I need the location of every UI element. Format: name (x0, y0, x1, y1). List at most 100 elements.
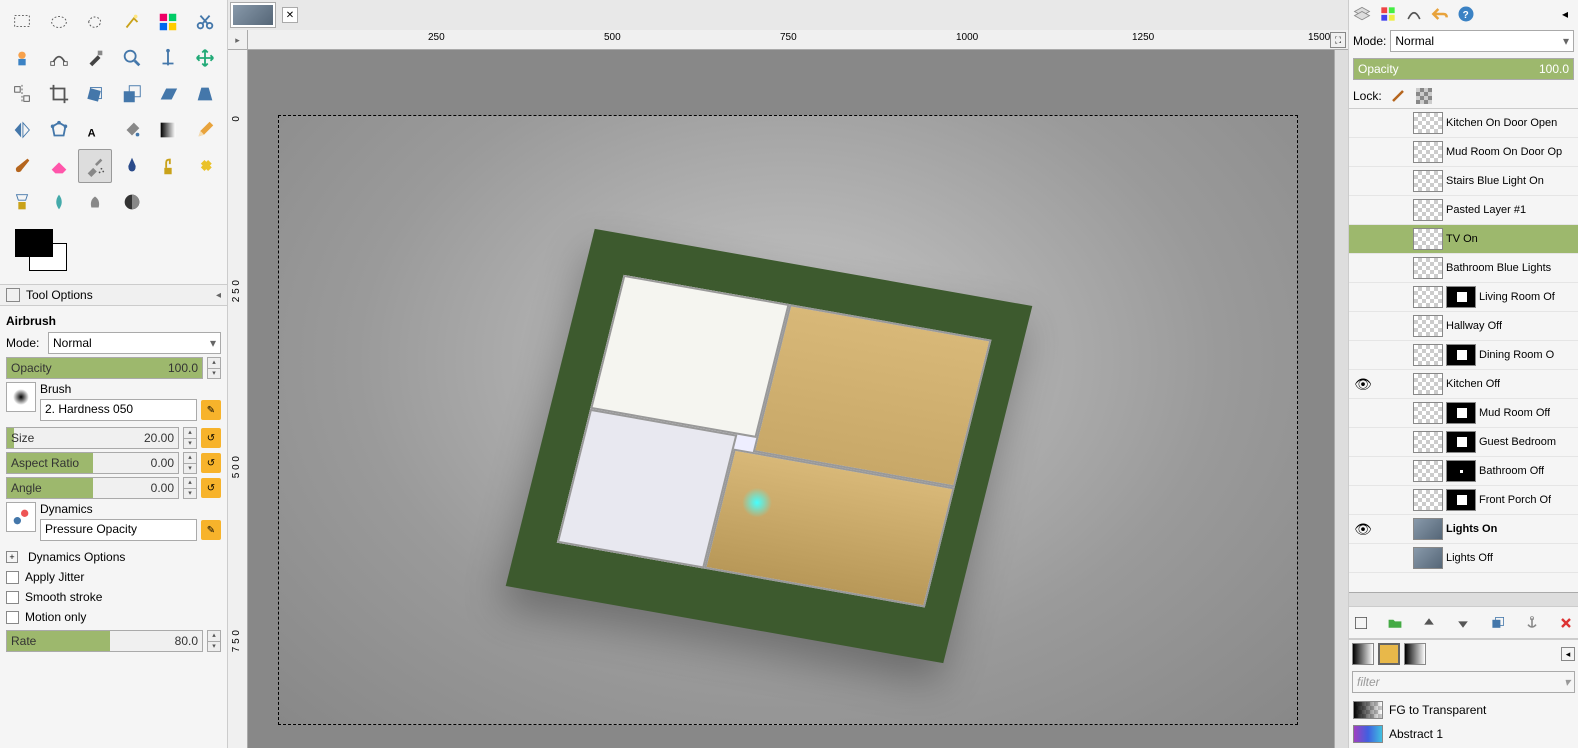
rotate-tool[interactable] (78, 77, 112, 111)
angle-slider[interactable]: Angle 0.00 (6, 477, 179, 499)
duplicate-layer-button[interactable] (1490, 615, 1506, 631)
layer-row[interactable]: Hallway Off (1349, 312, 1578, 341)
layer-visibility-icon[interactable] (1353, 490, 1373, 510)
size-slider[interactable]: Size 20.00 (6, 427, 179, 449)
layer-name[interactable]: Lights Off (1446, 552, 1493, 564)
brush-preview[interactable] (6, 382, 36, 412)
new-layer-button[interactable] (1353, 615, 1369, 631)
ruler-origin[interactable]: ▸ (228, 30, 248, 50)
airbrush-tool[interactable] (78, 149, 112, 183)
align-tool[interactable] (5, 77, 39, 111)
layer-row[interactable]: Mud Room On Door Op (1349, 138, 1578, 167)
opacity-slider[interactable]: Opacity 100.0 (6, 357, 203, 379)
crop-tool[interactable] (42, 77, 76, 111)
dynamics-icon[interactable] (6, 502, 36, 532)
layer-row[interactable]: Mud Room Off (1349, 399, 1578, 428)
perspective-tool[interactable] (188, 77, 222, 111)
aspect-reset-icon[interactable]: ↺ (201, 453, 221, 473)
layer-row[interactable]: Living Room Of (1349, 283, 1578, 312)
layer-name[interactable]: Lights On (1446, 523, 1497, 535)
fg-color-swatch[interactable] (15, 229, 53, 257)
smudge-tool[interactable] (78, 185, 112, 219)
help-icon[interactable]: ? (1456, 4, 1476, 24)
clone-tool[interactable] (151, 149, 185, 183)
angle-reset-icon[interactable]: ↺ (201, 478, 221, 498)
layer-visibility-icon[interactable] (1353, 113, 1373, 133)
zoom-tool[interactable] (115, 41, 149, 75)
ink-tool[interactable] (115, 149, 149, 183)
patterns-tab[interactable] (1378, 643, 1400, 665)
move-tool[interactable] (188, 41, 222, 75)
layer-visibility-icon[interactable] (1353, 229, 1373, 249)
aspect-spinner[interactable]: ▴▾ (183, 452, 197, 474)
new-group-button[interactable] (1387, 615, 1403, 631)
dynamics-options-expander[interactable]: + (6, 551, 18, 563)
configure-tab-icon[interactable]: ◂ (1555, 4, 1575, 24)
document-tab[interactable] (230, 2, 276, 28)
gradient-item[interactable]: Abstract 1 (1351, 722, 1576, 746)
panel-menu-icon[interactable]: ◂ (216, 290, 221, 301)
layer-visibility-icon[interactable] (1353, 142, 1373, 162)
layer-mode-select[interactable]: Normal▾ (1390, 30, 1574, 52)
scale-tool[interactable] (115, 77, 149, 111)
bottom-tab-menu[interactable]: ◂ (1561, 647, 1575, 661)
zoom-fit-icon[interactable]: ⛶ (1330, 32, 1346, 48)
layer-name[interactable]: Pasted Layer #1 (1446, 204, 1526, 216)
fuzzy-select-tool[interactable] (115, 5, 149, 39)
gradients-tab[interactable] (1404, 643, 1426, 665)
free-select-tool[interactable] (78, 5, 112, 39)
eraser-tool[interactable] (42, 149, 76, 183)
layer-visibility-icon[interactable] (1353, 432, 1373, 452)
ruler-horizontal[interactable]: ▸ 250 500 750 1000 1250 1500 ⛶ (228, 30, 1348, 50)
size-reset-icon[interactable]: ↺ (201, 428, 221, 448)
layer-name[interactable]: Hallway Off (1446, 320, 1502, 332)
layers-tab-icon[interactable] (1352, 4, 1372, 24)
opacity-spinner[interactable]: ▴▾ (207, 357, 221, 379)
layer-row[interactable]: TV On (1349, 225, 1578, 254)
cage-tool[interactable] (42, 113, 76, 147)
layer-name[interactable]: Mud Room On Door Op (1446, 146, 1562, 158)
rate-slider[interactable]: Rate 80.0 (6, 630, 203, 652)
layer-name[interactable]: Kitchen On Door Open (1446, 117, 1557, 129)
ellipse-select-tool[interactable] (42, 5, 76, 39)
layer-visibility-icon[interactable] (1353, 548, 1373, 568)
layer-visibility-icon[interactable]: 👁 (1353, 374, 1373, 394)
lock-pixels-icon[interactable] (1388, 86, 1408, 106)
brush-edit-icon[interactable]: ✎ (201, 400, 221, 420)
layer-visibility-icon[interactable] (1353, 316, 1373, 336)
rect-select-tool[interactable] (5, 5, 39, 39)
layer-row[interactable]: Pasted Layer #1 (1349, 196, 1578, 225)
ruler-vertical[interactable]: 0 2 5 0 5 0 0 7 5 0 (228, 50, 248, 748)
layer-name[interactable]: Bathroom Off (1479, 465, 1544, 477)
text-tool[interactable]: A (78, 113, 112, 147)
layer-row[interactable]: Lights Off (1349, 544, 1578, 573)
size-spinner[interactable]: ▴▾ (183, 427, 197, 449)
heal-tool[interactable] (188, 149, 222, 183)
foreground-select-tool[interactable] (5, 41, 39, 75)
delete-layer-button[interactable] (1558, 615, 1574, 631)
layer-row[interactable]: Stairs Blue Light On (1349, 167, 1578, 196)
layer-name[interactable]: Bathroom Blue Lights (1446, 262, 1551, 274)
rate-spinner[interactable]: ▴▾ (207, 630, 221, 652)
pencil-tool[interactable] (188, 113, 222, 147)
gradient-item[interactable]: FG to Transparent (1351, 698, 1576, 722)
color-picker-tool[interactable] (78, 41, 112, 75)
measure-tool[interactable] (151, 41, 185, 75)
dynamics-edit-icon[interactable]: ✎ (201, 520, 221, 540)
layers-hscroll[interactable] (1349, 592, 1578, 606)
blend-tool[interactable] (151, 113, 185, 147)
scissors-tool[interactable] (188, 5, 222, 39)
paintbrush-tool[interactable] (5, 149, 39, 183)
undo-history-icon[interactable] (1430, 4, 1450, 24)
lower-layer-button[interactable] (1455, 615, 1471, 631)
perspective-clone-tool[interactable] (5, 185, 39, 219)
flip-tool[interactable] (5, 113, 39, 147)
layer-row[interactable]: 👁Kitchen Off (1349, 370, 1578, 399)
layer-row[interactable]: 👁Lights On (1349, 515, 1578, 544)
layer-visibility-icon[interactable] (1353, 403, 1373, 423)
layer-row[interactable]: Dining Room O (1349, 341, 1578, 370)
layer-row[interactable]: Bathroom Blue Lights (1349, 254, 1578, 283)
channels-tab-icon[interactable] (1378, 4, 1398, 24)
shear-tool[interactable] (151, 77, 185, 111)
layer-visibility-icon[interactable] (1353, 200, 1373, 220)
